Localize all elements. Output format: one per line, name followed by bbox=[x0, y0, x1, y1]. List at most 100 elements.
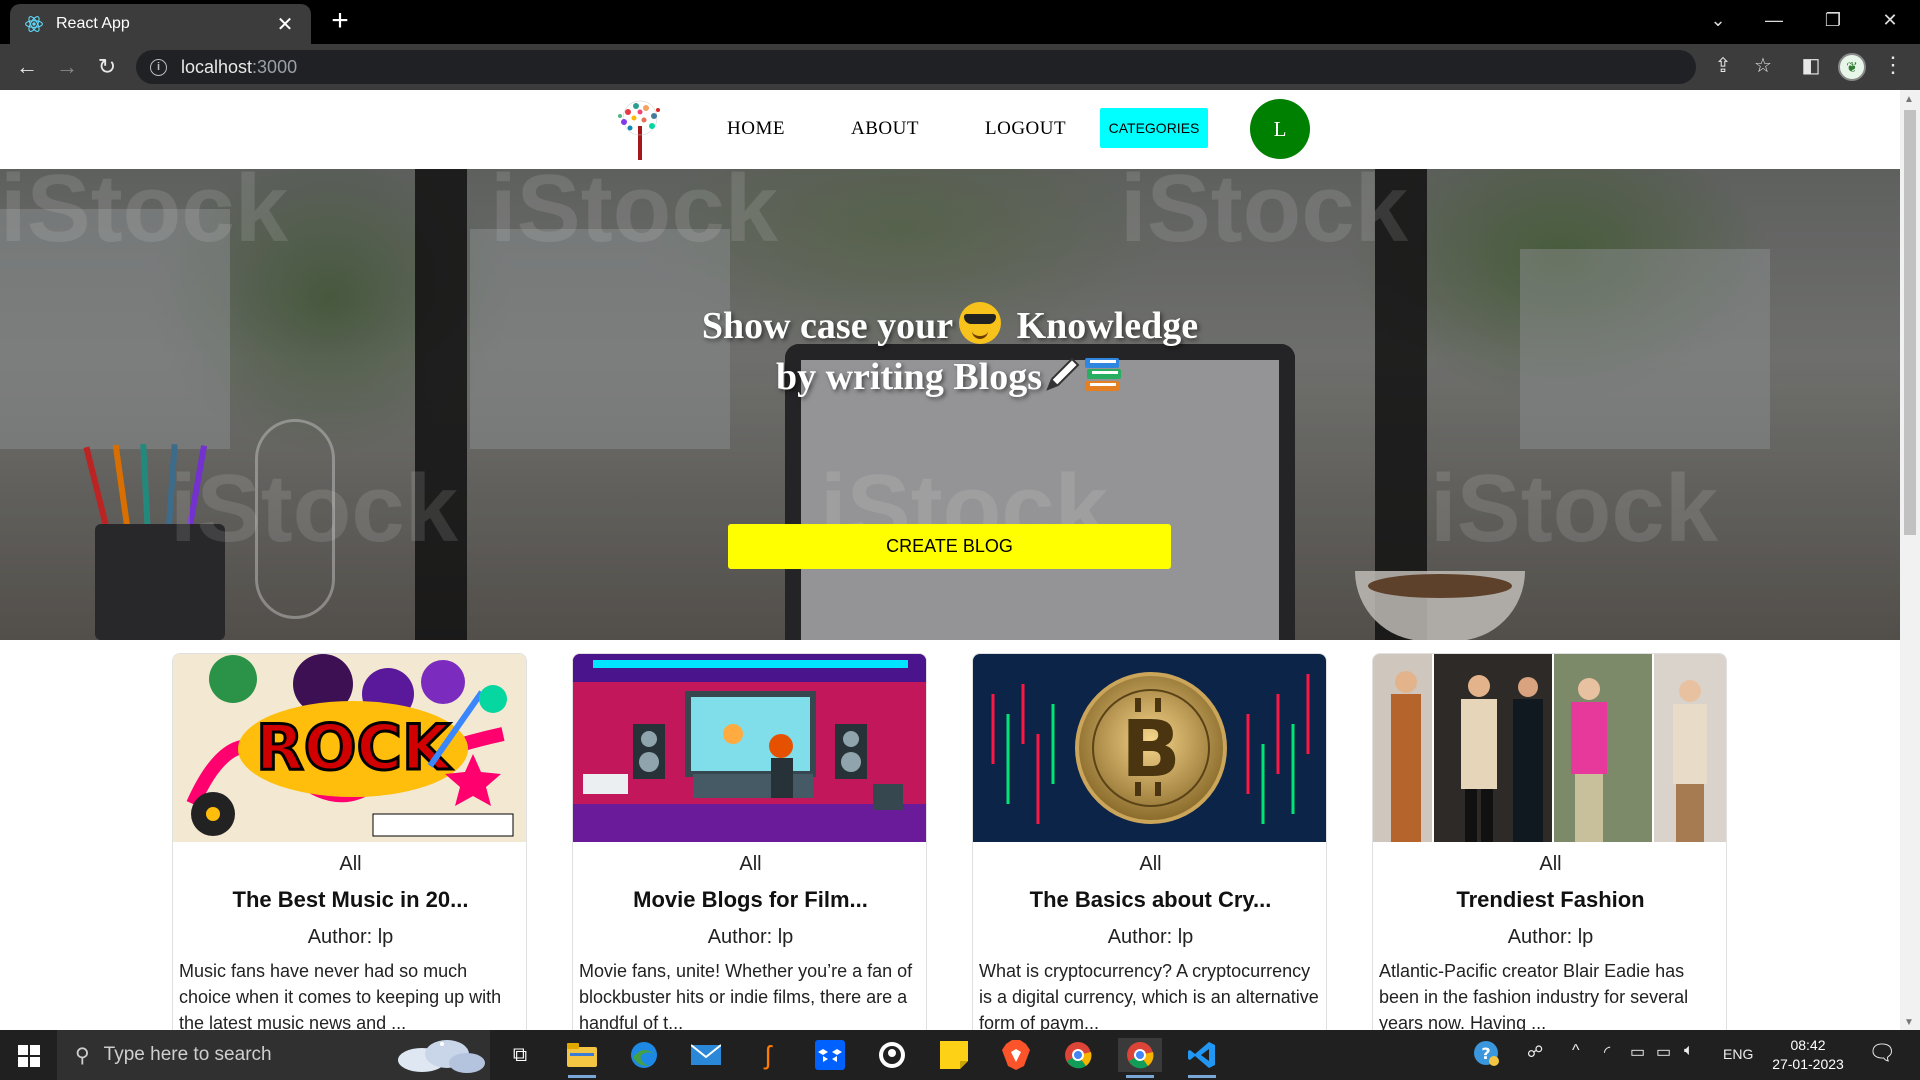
browser-tab[interactable]: React App ✕ bbox=[10, 4, 311, 44]
svg-text:B: B bbox=[1121, 705, 1180, 795]
browser-tab-bar: React App ✕ + ⌄ — ❐ ✕ bbox=[0, 0, 1920, 44]
post-title[interactable]: The Best Music in 20... bbox=[173, 887, 526, 913]
post-thumbnail bbox=[573, 654, 926, 842]
post-title[interactable]: Movie Blogs for Film... bbox=[573, 887, 926, 913]
scroll-down-icon[interactable]: ▼ bbox=[1904, 1017, 1914, 1028]
pen-emoji-icon bbox=[1046, 357, 1080, 391]
new-tab-icon[interactable]: + bbox=[325, 6, 355, 36]
brave-browser-icon[interactable] bbox=[998, 1038, 1034, 1072]
user-avatar[interactable]: L bbox=[1250, 99, 1310, 159]
back-icon[interactable]: ← bbox=[12, 52, 42, 82]
task-view-icon[interactable]: ⧉ bbox=[502, 1038, 538, 1072]
close-tab-icon[interactable]: ✕ bbox=[273, 12, 297, 37]
post-card[interactable]: All Movie Blogs for Film... Author: lp M… bbox=[572, 653, 927, 1030]
nav-about-link[interactable]: ABOUT bbox=[851, 118, 919, 140]
mail-app-icon[interactable] bbox=[688, 1038, 724, 1072]
post-card[interactable]: All Trendiest Fashion Author: lp Atlanti… bbox=[1372, 653, 1727, 1030]
post-thumbnail: B bbox=[973, 654, 1326, 842]
rock-music-illustration: ROCK bbox=[173, 654, 526, 842]
chrome-icon[interactable] bbox=[1060, 1038, 1096, 1072]
post-category: All bbox=[1539, 853, 1562, 875]
volume-icon[interactable]: 🔈︎ bbox=[1684, 1042, 1694, 1060]
hero-overlay bbox=[0, 169, 1900, 640]
post-card[interactable]: ROCK All The Best Music in 20... Author:… bbox=[172, 653, 527, 1030]
taskbar-search-box[interactable]: ⚲ Type here to search bbox=[57, 1030, 490, 1080]
show-hidden-icons-icon[interactable]: ^ bbox=[1572, 1042, 1580, 1060]
post-title[interactable]: The Basics about Cry... bbox=[973, 887, 1326, 913]
active-indicator bbox=[1188, 1075, 1216, 1078]
scrollbar-thumb[interactable] bbox=[1904, 110, 1916, 535]
categories-button[interactable]: CATEGORIES bbox=[1100, 108, 1208, 148]
post-category: All bbox=[1139, 853, 1162, 875]
sticky-notes-icon[interactable] bbox=[936, 1038, 972, 1072]
nav-home-link[interactable]: HOME bbox=[727, 118, 785, 140]
windows-taskbar: ⚲ Type here to search ⧉ ʃ ? ☍ ^ ◜ ▭ ▭ 🔈︎… bbox=[0, 1030, 1920, 1080]
address-bar[interactable]: i localhost:3000 bbox=[136, 50, 1696, 84]
scroll-up-icon[interactable]: ▲ bbox=[1904, 94, 1914, 105]
weather-clouds-icon bbox=[398, 1040, 485, 1073]
minimize-icon[interactable]: — bbox=[1746, 0, 1802, 40]
close-window-icon[interactable]: ✕ bbox=[1862, 0, 1918, 40]
page-scrollbar[interactable]: ▲ ▼ bbox=[1900, 90, 1920, 1030]
svg-text:ROCK: ROCK bbox=[256, 711, 452, 784]
browser-menu-icon[interactable]: ⋮ bbox=[1880, 52, 1906, 78]
side-panel-icon[interactable]: ◧ bbox=[1798, 52, 1824, 78]
post-category: All bbox=[739, 853, 762, 875]
url-host: localhost bbox=[181, 56, 253, 77]
restore-icon[interactable]: ❐ bbox=[1805, 0, 1861, 40]
tab-title: React App bbox=[56, 15, 130, 32]
network-icon[interactable]: ◜ bbox=[1604, 1042, 1610, 1062]
react-logo-icon bbox=[25, 16, 43, 32]
file-explorer-icon[interactable] bbox=[564, 1038, 600, 1078]
edge-browser-icon[interactable] bbox=[626, 1038, 662, 1072]
nav-logout-link[interactable]: LOGOUT bbox=[985, 118, 1066, 140]
tab-search-icon[interactable]: ⌄ bbox=[1690, 0, 1746, 40]
bitcoin-illustration: B bbox=[973, 654, 1326, 842]
system-clock[interactable]: 08:42 27-01-2023 bbox=[1768, 1036, 1848, 1074]
clock-date: 27-01-2023 bbox=[1772, 1056, 1844, 1072]
bookmark-star-icon[interactable]: ☆ bbox=[1750, 52, 1776, 78]
tree-logo-icon[interactable] bbox=[608, 96, 672, 162]
forward-icon[interactable]: → bbox=[52, 52, 82, 82]
sublime-app-icon[interactable]: ʃ bbox=[750, 1038, 786, 1072]
hero-headline-part3: by writing Blogs bbox=[775, 356, 1043, 398]
site-info-icon[interactable]: i bbox=[150, 58, 167, 76]
create-blog-button[interactable]: CREATE BLOG bbox=[728, 524, 1171, 569]
post-category: All bbox=[339, 853, 362, 875]
url-text: localhost:3000 bbox=[181, 57, 297, 78]
help-icon[interactable]: ? bbox=[1472, 1039, 1500, 1074]
post-card[interactable]: B All The Basics about Cry... Author: lp… bbox=[972, 653, 1327, 1030]
page-viewport: HOME ABOUT LOGOUT CATEGORIES L iStock iS… bbox=[0, 90, 1920, 1030]
hero-banner: iStock iStock iStock iStock iStock iStoc… bbox=[0, 169, 1900, 640]
active-indicator bbox=[568, 1075, 596, 1078]
hero-headline-part1: Show case your bbox=[701, 305, 954, 347]
recording-studio-illustration bbox=[573, 654, 926, 842]
notification-center-icon[interactable]: 🗨︎ bbox=[1868, 1040, 1896, 1066]
url-port: :3000 bbox=[252, 56, 298, 77]
post-title[interactable]: Trendiest Fashion bbox=[1373, 887, 1726, 913]
fashion-collage-image bbox=[1373, 654, 1726, 842]
meet-now-icon[interactable]: ▭ bbox=[1630, 1042, 1645, 1062]
active-indicator bbox=[1126, 1075, 1154, 1078]
post-description: Movie fans, unite! Whether you’re a fan … bbox=[579, 961, 913, 1030]
hero-headline-part2: Knowledge bbox=[1016, 305, 1199, 347]
battery-icon[interactable]: ▭ bbox=[1656, 1042, 1671, 1062]
people-icon[interactable]: ☍ bbox=[1527, 1042, 1543, 1062]
post-description: What is cryptocurrency? A cryptocurrency… bbox=[979, 961, 1319, 1030]
post-author: Author: lp bbox=[1107, 926, 1194, 948]
windows-start-icon[interactable] bbox=[18, 1045, 40, 1067]
share-icon[interactable]: ⇪ bbox=[1710, 52, 1736, 78]
post-author: Author: lp bbox=[1507, 926, 1594, 948]
profile-avatar-icon[interactable]: ❦ bbox=[1838, 53, 1866, 81]
vscode-icon[interactable] bbox=[1184, 1038, 1220, 1078]
post-author: Author: lp bbox=[707, 926, 794, 948]
post-description: Atlantic-Pacific creator Blair Eadie has… bbox=[1379, 961, 1689, 1030]
github-desktop-icon[interactable] bbox=[874, 1038, 910, 1072]
reload-icon[interactable]: ↻ bbox=[92, 52, 122, 82]
input-language[interactable]: ENG bbox=[1723, 1046, 1753, 1062]
chrome-profile-icon[interactable] bbox=[1118, 1038, 1162, 1078]
browser-toolbar: ← → ↻ i localhost:3000 ⇪ ☆ ◧ ❦ ⋮ bbox=[0, 44, 1920, 90]
hero-headline-line2: by writing Blogs bbox=[0, 355, 1900, 399]
hero-headline-line1: Show case your Knowledge bbox=[0, 302, 1900, 348]
dropbox-icon[interactable] bbox=[812, 1038, 848, 1072]
